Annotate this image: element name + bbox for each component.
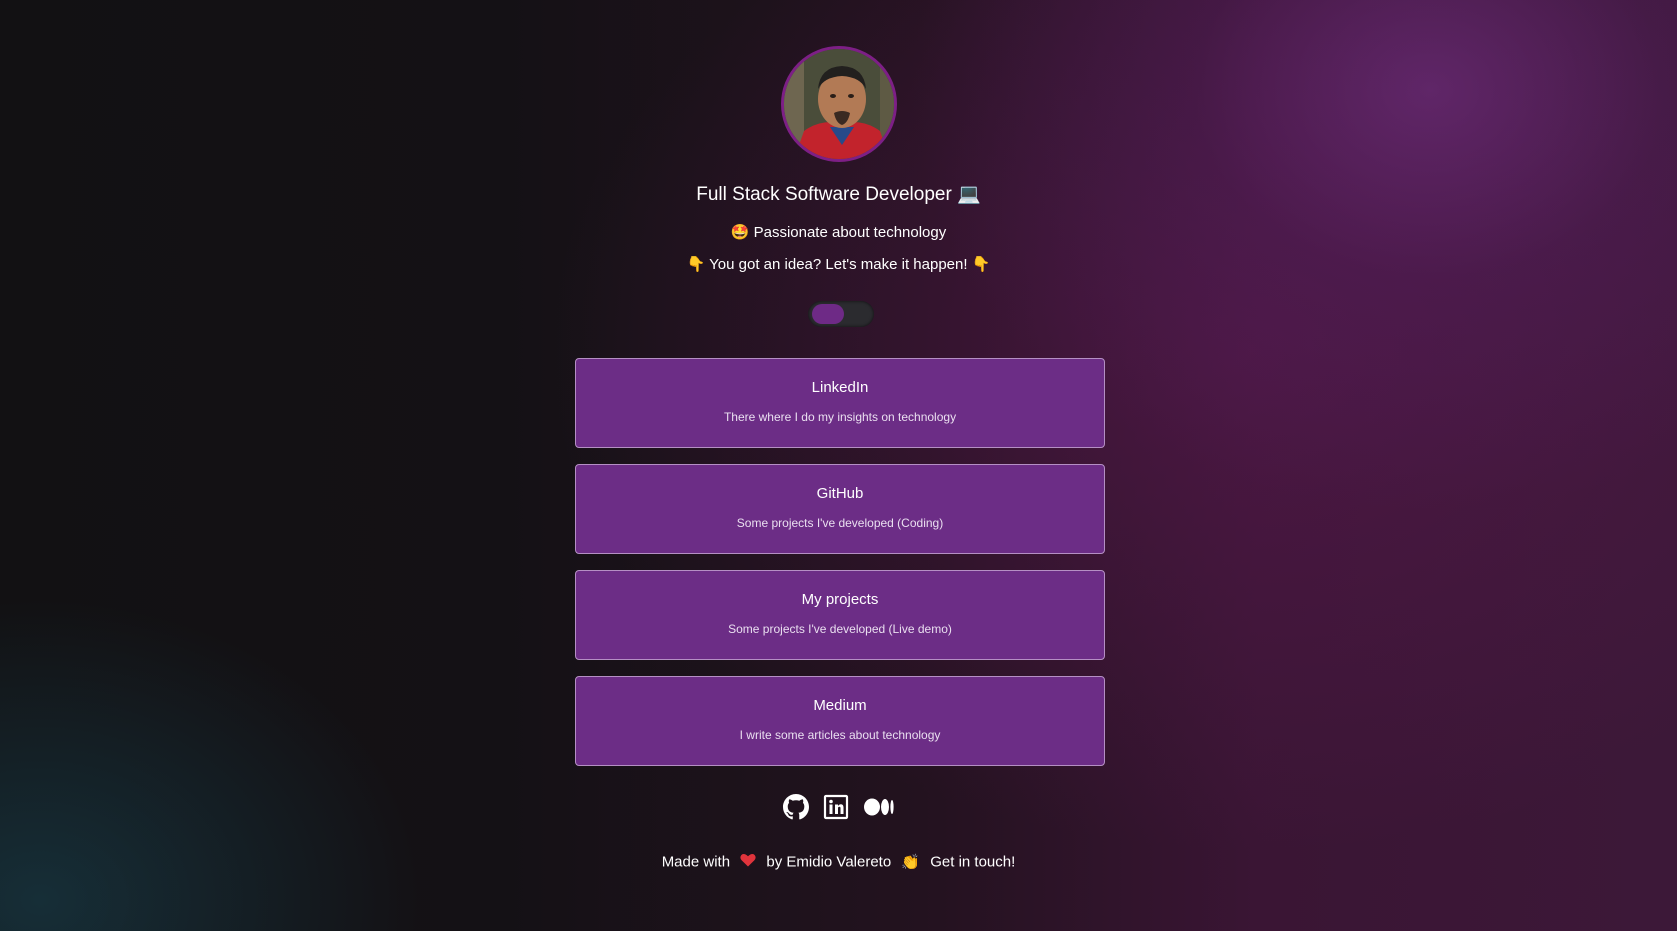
- page: Full Stack Software Developer 💻 🤩 Passio…: [0, 0, 1677, 931]
- avatar-portrait: [784, 49, 894, 159]
- avatar: [781, 46, 897, 162]
- social-links: [0, 794, 1677, 820]
- profile-tagline: 🤩 Passionate about technology: [730, 224, 947, 241]
- link-card-description: Some projects I've developed (Live demo): [728, 622, 952, 636]
- heart-icon: [740, 853, 756, 871]
- link-card-title: My projects: [801, 591, 879, 608]
- footer: Made with by Emidio Valereto 👏 Get in to…: [0, 853, 1677, 872]
- link-list: LinkedIn There where I do my insights on…: [575, 358, 1105, 782]
- clap-emoji: 👏: [901, 854, 921, 872]
- medium-icon[interactable]: [863, 794, 895, 820]
- link-card-medium[interactable]: Medium I write some articles about techn…: [575, 676, 1105, 766]
- profile-call-to-action: 👇 You got an idea? Let's make it happen!…: [686, 256, 991, 273]
- linkedin-icon[interactable]: [823, 794, 849, 820]
- link-card-title: Medium: [813, 697, 867, 714]
- link-card-my-projects[interactable]: My projects Some projects I've developed…: [575, 570, 1105, 660]
- profile-headline: Full Stack Software Developer 💻: [696, 184, 981, 205]
- theme-toggle[interactable]: [808, 301, 874, 327]
- footer-author: by Emidio Valereto: [766, 853, 892, 871]
- link-card-description: Some projects I've developed (Coding): [736, 516, 944, 530]
- link-card-title: GitHub: [816, 485, 864, 502]
- get-in-touch-link[interactable]: Get in touch!: [930, 854, 1015, 871]
- link-card-description: There where I do my insights on technolo…: [723, 410, 957, 424]
- github-icon[interactable]: [782, 794, 809, 820]
- link-card-description: I write some articles about technology: [739, 728, 941, 742]
- link-card-github[interactable]: GitHub Some projects I've developed (Cod…: [575, 464, 1105, 554]
- footer-made-with: Made with: [661, 853, 731, 871]
- link-card-title: LinkedIn: [811, 379, 869, 396]
- theme-toggle-knob: [812, 304, 844, 324]
- link-card-linkedin[interactable]: LinkedIn There where I do my insights on…: [575, 358, 1105, 448]
